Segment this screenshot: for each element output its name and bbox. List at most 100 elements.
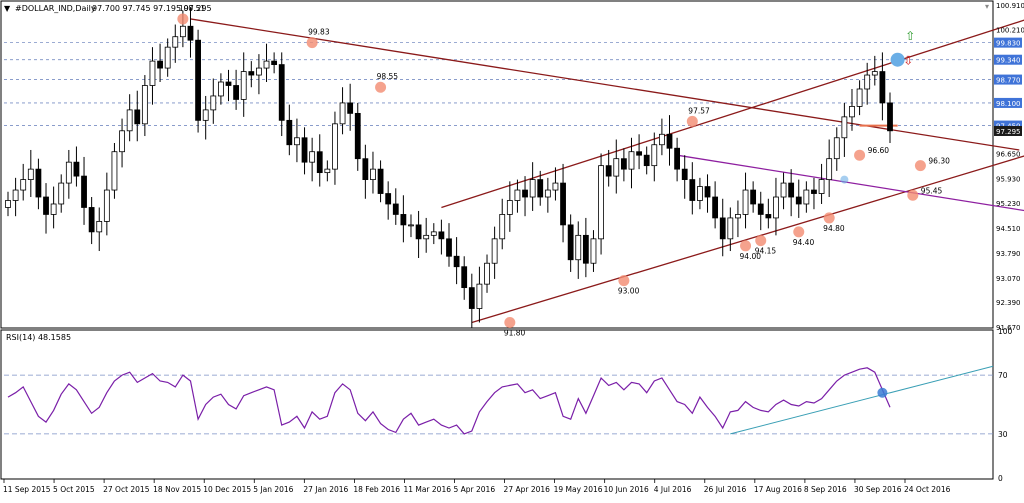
candle-body bbox=[780, 182, 787, 198]
candle-body bbox=[484, 262, 490, 285]
candle-body bbox=[316, 151, 323, 174]
time-tick-label: 11 Sep 2015 bbox=[3, 485, 51, 494]
rsi-title: RSI(14) 48.1585 bbox=[6, 333, 71, 342]
candle-body bbox=[628, 151, 635, 170]
price-panel-frame bbox=[0, 0, 994, 329]
candle-body bbox=[453, 255, 460, 268]
candle-body bbox=[301, 137, 308, 163]
price-tick-label: 100.210 bbox=[996, 26, 1024, 34]
price-point-marker bbox=[793, 226, 805, 238]
price-point-marker bbox=[854, 149, 866, 161]
candle-body bbox=[248, 71, 255, 76]
candle-body bbox=[522, 189, 528, 198]
candle-body bbox=[43, 196, 49, 215]
price-point-marker bbox=[686, 115, 698, 127]
price-annotation-label: 94.00 bbox=[740, 252, 762, 261]
touch-marker bbox=[840, 175, 849, 184]
candle-body bbox=[408, 224, 414, 227]
candle-body bbox=[658, 133, 665, 146]
rsi-break-marker bbox=[877, 387, 888, 398]
price-point-marker bbox=[740, 240, 752, 252]
price-point-marker bbox=[306, 37, 318, 49]
candle-body bbox=[370, 168, 376, 180]
time-tick-label: 19 May 2016 bbox=[554, 485, 603, 494]
candle-body bbox=[879, 71, 886, 104]
candle-body bbox=[96, 221, 103, 233]
candle-body bbox=[332, 123, 338, 170]
price-annotation-label: 96.60 bbox=[868, 146, 890, 155]
price-tick-label: 98.770 bbox=[996, 77, 1021, 85]
candle-body bbox=[575, 234, 582, 261]
candle-body bbox=[735, 214, 741, 219]
candle-body bbox=[468, 287, 475, 309]
candle-body bbox=[377, 168, 384, 194]
candle-body bbox=[5, 200, 11, 208]
price-tick-label: 95.230 bbox=[996, 200, 1021, 208]
candle-body bbox=[704, 186, 711, 198]
candle-body bbox=[446, 238, 452, 257]
time-tick-label: 30 Sep 2016 bbox=[854, 485, 902, 494]
candle-body bbox=[552, 182, 559, 191]
candle-body bbox=[833, 137, 840, 160]
candle-body bbox=[157, 60, 163, 69]
candle-body bbox=[849, 106, 855, 118]
candle-body bbox=[560, 182, 566, 226]
candle-body bbox=[757, 203, 764, 215]
up-arrow-icon: ⇧ bbox=[905, 29, 915, 43]
price-tick-label: 93.790 bbox=[996, 250, 1021, 258]
candle-body bbox=[111, 151, 118, 191]
time-tick-label: 10 Jun 2016 bbox=[604, 485, 649, 494]
candle-body bbox=[385, 193, 392, 205]
candle-body bbox=[636, 151, 642, 156]
time-tick-label: 5 Apr 2016 bbox=[454, 485, 496, 494]
price-annotation-label: 96.30 bbox=[928, 157, 950, 166]
candle-body bbox=[58, 182, 65, 205]
price-chart[interactable]: ⇧⇩ 100.5199.8398.5597.5796.6096.3095.459… bbox=[0, 0, 1024, 499]
candle-body bbox=[613, 158, 620, 177]
candle-body bbox=[864, 74, 871, 90]
candle-body bbox=[765, 214, 772, 219]
candle-body bbox=[73, 161, 80, 177]
candle-body bbox=[202, 109, 209, 121]
candle-body bbox=[887, 102, 893, 132]
candle-body bbox=[818, 179, 825, 194]
price-tick-label: 92.390 bbox=[996, 299, 1021, 307]
candle-body bbox=[271, 60, 278, 65]
candle-body bbox=[225, 81, 232, 86]
candle-body bbox=[50, 203, 57, 215]
candle-body bbox=[491, 238, 498, 264]
price-annotation-label: 91.80 bbox=[504, 328, 526, 337]
candle-body bbox=[499, 214, 506, 240]
time-tick-label: 27 Jan 2016 bbox=[303, 485, 348, 494]
candle-body bbox=[529, 179, 536, 198]
rsi-tick-label: 30 bbox=[998, 430, 1008, 439]
candle-body bbox=[179, 25, 186, 38]
candle-body bbox=[773, 196, 779, 219]
candle-body bbox=[195, 39, 201, 121]
candle-body bbox=[666, 133, 673, 149]
price-annotation-label: 99.83 bbox=[308, 28, 330, 37]
price-tick-label: 98.100 bbox=[996, 100, 1021, 108]
candle-body bbox=[689, 179, 696, 201]
time-tick-label: 8 Sep 2016 bbox=[804, 485, 847, 494]
candle-body bbox=[172, 36, 179, 48]
price-axis: 100.910 100.210 99.830 99.340 98.770 98.100 97… bbox=[994, 2, 1024, 332]
candle-body bbox=[620, 158, 627, 170]
candle-body bbox=[309, 151, 316, 163]
time-tick-label: 27 Oct 2015 bbox=[103, 485, 150, 494]
candle-body bbox=[719, 217, 726, 240]
collapse-triangle-icon[interactable]: ▼ bbox=[4, 4, 11, 13]
scroll-indicator-icon: ▾ bbox=[985, 2, 989, 11]
time-tick-label: 27 Apr 2016 bbox=[504, 485, 551, 494]
candle-body bbox=[727, 217, 734, 240]
price-tick-label: 95.930 bbox=[996, 176, 1021, 184]
time-tick-label: 18 Nov 2015 bbox=[153, 485, 201, 494]
price-point-marker bbox=[823, 212, 835, 224]
candle-body bbox=[795, 196, 802, 205]
price-tick-label: 99.830 bbox=[996, 40, 1021, 48]
candle-body bbox=[217, 81, 224, 97]
candle-body bbox=[119, 130, 125, 153]
candle-body bbox=[750, 189, 757, 205]
price-annotation-label: 93.00 bbox=[618, 287, 640, 296]
candle-body bbox=[856, 88, 863, 107]
